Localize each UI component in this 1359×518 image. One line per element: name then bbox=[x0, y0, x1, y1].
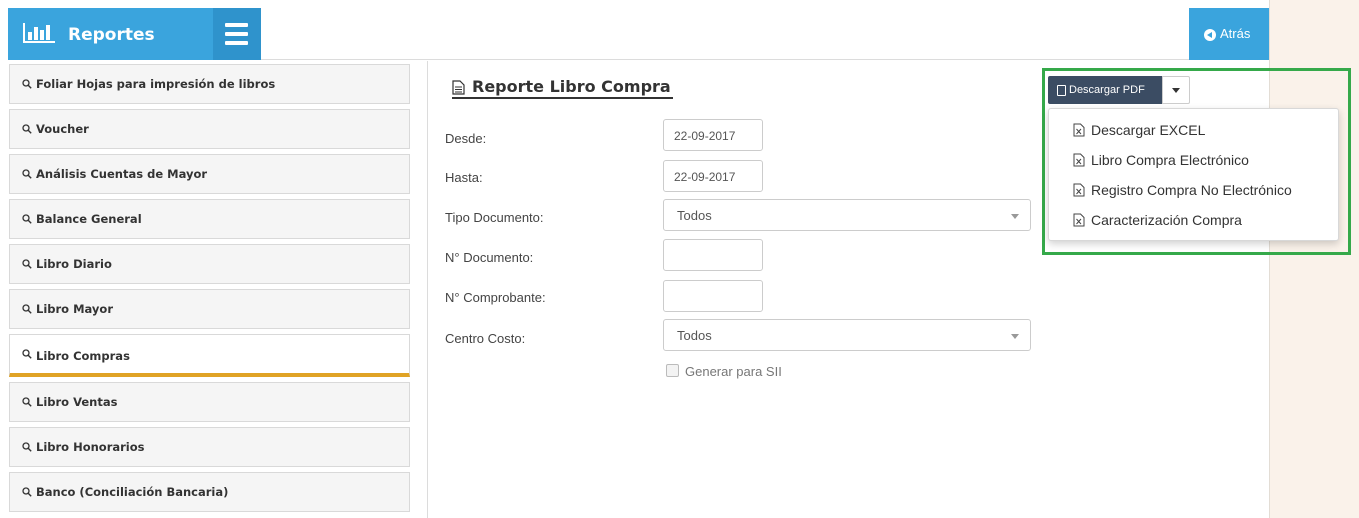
excel-file-icon bbox=[1073, 153, 1085, 167]
search-icon bbox=[22, 304, 32, 314]
centro-costo-label: Centro Costo: bbox=[445, 331, 526, 346]
chevron-down-icon bbox=[1011, 214, 1019, 219]
menu-item-caracterizacion-compra[interactable]: Caracterización Compra bbox=[1049, 207, 1338, 235]
excel-file-icon bbox=[1073, 123, 1085, 137]
sidebar: Foliar Hojas para impresión de libros Vo… bbox=[8, 61, 428, 518]
sidebar-item-label: Libro Honorarios bbox=[36, 440, 145, 454]
sidebar-item-libro-diario[interactable]: Libro Diario bbox=[9, 244, 410, 284]
back-button-label: Atrás bbox=[1220, 26, 1251, 41]
sidebar-item-label: Balance General bbox=[36, 212, 142, 226]
document-icon bbox=[452, 80, 465, 95]
sidebar-item-label: Libro Compras bbox=[36, 349, 130, 363]
menu-item-label: Descargar EXCEL bbox=[1091, 122, 1206, 138]
n-comprobante-input[interactable] bbox=[663, 280, 763, 312]
search-icon bbox=[22, 397, 32, 407]
search-icon bbox=[22, 79, 32, 89]
sidebar-item-label: Libro Mayor bbox=[36, 302, 113, 316]
tipo-documento-value: Todos bbox=[677, 208, 712, 223]
n-documento-label: N° Documento: bbox=[445, 250, 534, 265]
menu-item-label: Registro Compra No Electrónico bbox=[1091, 182, 1292, 198]
back-button[interactable]: Atrás bbox=[1189, 8, 1269, 60]
search-icon bbox=[22, 259, 32, 269]
generar-sii-label: Generar para SII bbox=[685, 364, 782, 379]
hasta-date-input[interactable]: 22-09-2017 bbox=[663, 160, 763, 192]
sidebar-item-voucher[interactable]: Voucher bbox=[9, 109, 410, 149]
search-icon bbox=[22, 442, 32, 452]
sidebar-item-label: Libro Ventas bbox=[36, 395, 118, 409]
n-comprobante-label: N° Comprobante: bbox=[445, 290, 546, 305]
n-documento-input[interactable] bbox=[663, 239, 763, 271]
download-pdf-button[interactable]: Descargar PDF bbox=[1048, 76, 1162, 104]
page-title: Reporte Libro Compra bbox=[452, 77, 673, 99]
menu-item-label: Caracterización Compra bbox=[1091, 212, 1242, 228]
sidebar-item-banco[interactable]: Banco (Conciliación Bancaria) bbox=[9, 472, 410, 512]
menu-item-label: Libro Compra Electrónico bbox=[1091, 152, 1249, 168]
page-title-text: Reporte Libro Compra bbox=[472, 77, 671, 96]
sidebar-item-label: Banco (Conciliación Bancaria) bbox=[36, 485, 229, 499]
bar-chart-icon bbox=[23, 23, 55, 43]
excel-file-icon bbox=[1073, 183, 1085, 197]
desde-label: Desde: bbox=[445, 131, 487, 146]
menu-item-libro-compra-electronico[interactable]: Libro Compra Electrónico bbox=[1049, 147, 1338, 175]
menu-item-registro-compra-no-electronico[interactable]: Registro Compra No Electrónico bbox=[1049, 177, 1338, 205]
excel-file-icon bbox=[1073, 213, 1085, 227]
sidebar-item-label: Foliar Hojas para impresión de libros bbox=[36, 77, 276, 91]
generar-sii-checkbox[interactable] bbox=[666, 364, 679, 377]
chevron-down-icon bbox=[1011, 334, 1019, 339]
back-arrow-icon bbox=[1204, 29, 1216, 41]
sidebar-item-balance-general[interactable]: Balance General bbox=[9, 199, 410, 239]
search-icon bbox=[22, 124, 32, 134]
sidebar-item-foliar-hojas[interactable]: Foliar Hojas para impresión de libros bbox=[9, 64, 410, 104]
tipo-documento-label: Tipo Documento: bbox=[445, 210, 544, 225]
sidebar-item-libro-mayor[interactable]: Libro Mayor bbox=[9, 289, 410, 329]
search-icon bbox=[22, 349, 32, 359]
hamburger-icon bbox=[225, 23, 248, 27]
sidebar-item-analisis-cuentas[interactable]: Análisis Cuentas de Mayor bbox=[9, 154, 410, 194]
search-icon bbox=[22, 214, 32, 224]
hasta-label: Hasta: bbox=[445, 170, 483, 185]
hamburger-icon-bar bbox=[225, 41, 248, 45]
pdf-file-icon bbox=[1057, 85, 1066, 96]
centro-costo-select[interactable]: Todos bbox=[663, 319, 1031, 351]
menu-item-descargar-excel[interactable]: Descargar EXCEL bbox=[1049, 117, 1338, 145]
brand-title: Reportes bbox=[68, 25, 155, 45]
sidebar-item-label: Voucher bbox=[36, 122, 89, 136]
download-pdf-label: Descargar PDF bbox=[1069, 84, 1145, 96]
desde-date-input[interactable]: 22-09-2017 bbox=[663, 119, 763, 151]
search-icon bbox=[22, 169, 32, 179]
download-dropdown-menu: Descargar EXCEL Libro Compra Electrónico… bbox=[1048, 108, 1339, 241]
sidebar-item-libro-ventas[interactable]: Libro Ventas bbox=[9, 382, 410, 422]
download-options-toggle[interactable] bbox=[1162, 76, 1190, 104]
hamburger-icon-bar bbox=[225, 32, 248, 36]
hamburger-menu-button[interactable] bbox=[213, 8, 261, 60]
sidebar-item-label: Análisis Cuentas de Mayor bbox=[36, 167, 208, 181]
sidebar-item-libro-compras[interactable]: Libro Compras bbox=[9, 334, 410, 377]
sidebar-item-label: Libro Diario bbox=[36, 257, 112, 271]
search-icon bbox=[22, 487, 32, 497]
sidebar-item-libro-honorarios[interactable]: Libro Honorarios bbox=[9, 427, 410, 467]
tipo-documento-select[interactable]: Todos bbox=[663, 199, 1031, 231]
centro-costo-value: Todos bbox=[677, 328, 712, 343]
